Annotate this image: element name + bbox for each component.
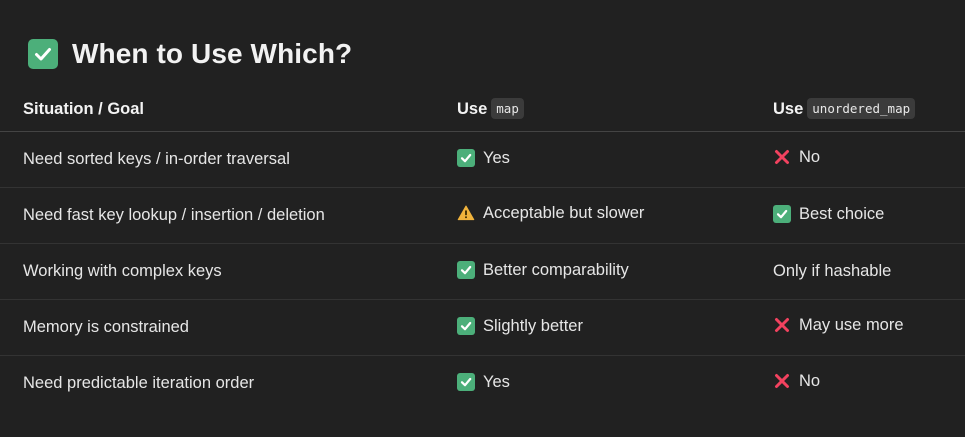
map-cell: Yes (457, 356, 773, 412)
unordered-map-cell-text: May use more (799, 315, 904, 334)
unordered-map-cell-text: Only if hashable (773, 262, 892, 280)
unordered-map-cell-content: Best choice (773, 205, 884, 224)
map-cell-text: Better comparability (483, 260, 629, 279)
map-cell: Better comparability (457, 243, 773, 300)
unordered-map-cell-content: Only if hashable (773, 262, 891, 281)
unordered-map-cell-text: No (799, 371, 821, 390)
check-icon (773, 205, 791, 224)
map-cell: Slightly better (457, 299, 773, 356)
page: When to Use Which? Situation / Goal Use m… (0, 0, 965, 437)
section-heading: When to Use Which? (28, 38, 352, 70)
cross-icon (773, 372, 791, 390)
map-cell-content: Acceptable but slower (457, 204, 644, 223)
check-icon (457, 261, 475, 280)
map-cell-text: Slightly better (483, 316, 583, 335)
map-cell-content: Better comparability (457, 261, 629, 280)
check-icon (457, 373, 475, 392)
map-cell-text: Yes (483, 148, 510, 167)
table-row: Need sorted keys / in-order traversal Yes… (0, 131, 965, 188)
situation-cell: Need sorted keys / in-order traversal (0, 131, 457, 188)
check-mark-button-icon (28, 39, 58, 69)
situation-cell: Memory is constrained (0, 299, 457, 356)
table-row: Working with complex keys Better comparab… (0, 243, 965, 300)
unordered-map-cell-content: No (773, 148, 820, 167)
unordered-map-cell: Only if hashable (773, 243, 965, 300)
header-use-unordered-map: Use unordered_map (773, 88, 965, 132)
table-row: Need predictable iteration order Yes No (0, 356, 965, 412)
map-cell: Yes (457, 131, 773, 188)
situation-cell: Need fast key lookup / insertion / delet… (0, 187, 457, 244)
cross-icon (773, 148, 791, 166)
header-use-unordered-map-prefix: Use (773, 100, 804, 118)
unordered-map-cell: No (773, 131, 965, 188)
check-icon (457, 317, 475, 336)
unordered-map-cell-content: May use more (773, 316, 904, 335)
situation-cell: Need predictable iteration order (23, 374, 255, 392)
map-cell: Acceptable but slower (457, 187, 773, 244)
header-use-map: Use map (457, 88, 773, 132)
table-row: Need fast key lookup / insertion / delet… (0, 187, 965, 244)
unordered-map-cell-content: No (773, 372, 820, 391)
inline-code-map: map (491, 98, 524, 119)
table-row: Memory is constrained Slightly better May … (0, 299, 965, 356)
unordered-map-cell: May use more (773, 299, 965, 356)
cross-icon (773, 316, 791, 334)
situation-cell: Working with complex keys (0, 243, 457, 300)
page-title: When to Use Which? (72, 38, 353, 69)
map-cell-text: Yes (483, 372, 510, 391)
map-cell-content: Slightly better (457, 317, 583, 336)
unordered-map-cell-text: Best choice (799, 204, 885, 223)
unordered-map-cell-text: No (799, 147, 821, 166)
map-cell-content: Yes (457, 373, 510, 392)
table-header-row: Situation / Goal Use map Use unordered_map (0, 88, 965, 132)
map-cell-text: Acceptable but slower (483, 203, 645, 222)
header-situation: Situation / Goal (0, 88, 457, 132)
map-cell-content: Yes (457, 149, 510, 168)
header-use-map-prefix: Use (457, 100, 488, 118)
comparison-table: Situation / Goal Use map Use unordered_map… (0, 88, 965, 411)
unordered-map-cell: No (773, 356, 965, 412)
table-body: Need sorted keys / in-order traversal Yes… (0, 131, 965, 412)
warning-icon (457, 204, 475, 222)
inline-code-unordered-map: unordered_map (807, 98, 916, 119)
check-icon (457, 149, 475, 168)
unordered-map-cell: Best choice (773, 187, 965, 244)
